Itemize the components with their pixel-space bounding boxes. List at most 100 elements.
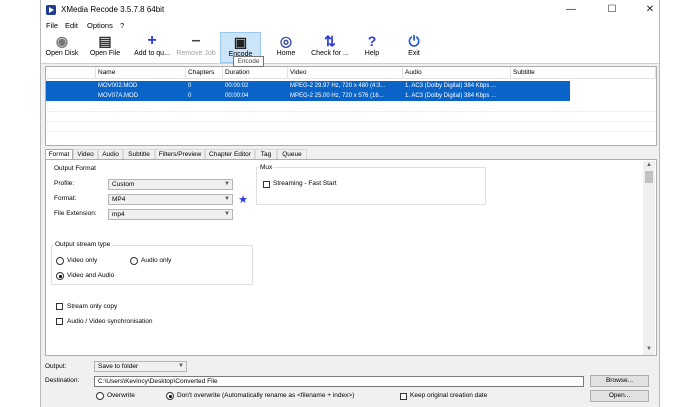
plus-icon: +	[147, 32, 157, 49]
overwrite-radio[interactable]	[96, 392, 104, 400]
open-file-button[interactable]: ▤ Open File	[87, 32, 123, 63]
keep-creation-date-checkbox[interactable]	[400, 393, 407, 400]
scrollbar-thumb[interactable]	[645, 171, 653, 183]
column-header-audio[interactable]: Audio	[403, 67, 511, 79]
video-and-audio-label: Video and Audio	[67, 272, 115, 279]
output-format-heading: Output Format	[54, 165, 96, 172]
scroll-up-icon[interactable]: ▲	[646, 162, 652, 168]
open-disk-label: Open Disk	[45, 50, 79, 57]
video-and-audio-radio[interactable]	[56, 272, 64, 280]
output-value: Save to folder	[98, 363, 139, 370]
exit-label: Exit	[408, 50, 420, 57]
keep-creation-date-label: Keep original creation date	[410, 392, 488, 399]
format-select[interactable]: MP4 ▼	[108, 194, 233, 205]
profile-label: Profile:	[54, 180, 75, 187]
cell-video: MPEG-2 29.97 Hz, 720 x 480 (4:3...	[290, 83, 386, 89]
av-sync-checkbox[interactable]	[56, 318, 63, 325]
exit-button[interactable]: ⏻ Exit	[399, 32, 429, 63]
audio-only-radio[interactable]	[130, 257, 138, 265]
streaming-checkbox[interactable]	[263, 181, 270, 188]
profile-select[interactable]: Custom ▼	[108, 179, 233, 190]
video-only-radio[interactable]	[56, 257, 64, 265]
dont-overwrite-label: Don't overwrite (Automatically rename as…	[177, 392, 355, 399]
cell-name: MOV07A.MOD	[98, 93, 139, 99]
profile-value: Custom	[112, 181, 135, 188]
row-divider	[46, 131, 656, 132]
chevron-down-icon: ▼	[178, 363, 184, 369]
row-divider	[46, 111, 656, 112]
add-to-queue-label: Add to qu...	[134, 50, 170, 57]
title-bar: XMedia Recode 3.5.7.8 64bit — ☐ ✕	[41, 0, 659, 20]
cell-subtitle	[511, 91, 570, 101]
app-logo-icon	[46, 5, 56, 15]
window-title: XMedia Recode 3.5.7.8 64bit	[61, 5, 165, 14]
cell-audio: 1. AC3 (Dolby Digital) 384 Kbps ...	[405, 83, 497, 89]
cell-chapters: 0	[188, 83, 192, 89]
add-to-queue-button[interactable]: + Add to qu...	[132, 32, 172, 63]
favorite-star-icon[interactable]: ★	[237, 194, 249, 206]
column-header-video[interactable]: Video	[288, 67, 403, 79]
help-button[interactable]: ? Help	[357, 32, 387, 63]
cell-chapters: 0	[188, 93, 192, 99]
open-disk-button[interactable]: ◉ Open Disk	[44, 32, 80, 63]
menu-help[interactable]: ?	[120, 21, 124, 30]
arrows-icon: ⇅	[324, 33, 336, 49]
column-header-chapters[interactable]: Chapters	[186, 67, 223, 79]
mux-heading: Mux	[259, 164, 274, 171]
video-only-label: Video only	[67, 257, 98, 264]
table-row[interactable]: MOV07A.MOD 0 00:00:04 MPEG-2 25.00 Hz, 7…	[46, 91, 570, 101]
format-panel: Output Format Profile: Custom ▼ Format: …	[45, 159, 657, 356]
format-label: Format:	[54, 195, 77, 202]
output-stream-heading: Output stream type	[54, 241, 112, 248]
output-settings: Output: Save to folder ▼ Destination: C:…	[41, 358, 659, 407]
cell-name: MOV002.MOD	[98, 83, 138, 89]
panel-scrollbar[interactable]: ▲ ▼	[643, 161, 655, 355]
open-folder-button[interactable]: Open...	[590, 390, 649, 402]
open-file-label: Open File	[89, 50, 121, 57]
encode-icon: ▣	[233, 34, 248, 50]
globe-icon: ◎	[279, 33, 293, 49]
question-icon: ?	[367, 33, 377, 49]
menu-edit[interactable]: Edit	[65, 21, 78, 30]
file-extension-select[interactable]: mp4 ▼	[108, 209, 233, 220]
cell-duration: 00:00:04	[225, 93, 249, 99]
output-select[interactable]: Save to folder ▼	[94, 361, 187, 372]
file-extension-value: mp4	[112, 211, 125, 218]
home-button[interactable]: ◎ Home	[269, 32, 303, 63]
remove-job-label: Remove Job	[176, 50, 216, 57]
stream-only-copy-checkbox[interactable]	[56, 303, 63, 310]
stream-only-copy-label: Stream only copy	[67, 303, 118, 310]
film-icon: ▤	[98, 33, 112, 49]
toolbar: ◉ Open Disk ▤ Open File + Add to qu... –…	[41, 32, 659, 64]
minimize-button[interactable]: —	[553, 0, 589, 20]
check-for-updates-button[interactable]: ⇅ Check for ...	[307, 32, 353, 63]
close-button[interactable]: ✕	[632, 0, 659, 20]
help-label: Help	[364, 50, 380, 57]
disc-icon: ◉	[55, 33, 69, 49]
av-sync-label: Audio / Video synchronisation	[67, 318, 153, 325]
table-row[interactable]: MOV002.MOD 0 00:00:02 MPEG-2 29.97 Hz, 7…	[46, 81, 570, 91]
column-header-duration[interactable]: Duration	[223, 67, 288, 79]
maximize-button[interactable]: ☐	[594, 0, 630, 20]
column-header-subtitle[interactable]: Subtitle	[511, 67, 656, 79]
encode-tooltip: Encode	[233, 56, 264, 67]
cell-duration: 00:00:02	[225, 83, 249, 89]
app-window: XMedia Recode 3.5.7.8 64bit — ☐ ✕ File E…	[40, 0, 660, 407]
chevron-down-icon: ▼	[224, 211, 230, 217]
scroll-down-icon[interactable]: ▼	[646, 346, 652, 352]
browse-button[interactable]: Browse...	[590, 375, 649, 387]
file-list[interactable]: Name Chapters Duration Video Audio Subti…	[45, 66, 657, 146]
cell-audio: 1. AC3 (Dolby Digital) 384 Kbps ...	[405, 93, 497, 99]
power-icon: ⏻	[408, 33, 420, 49]
file-extension-label: File Extension:	[54, 210, 97, 217]
menu-options[interactable]: Options	[87, 21, 113, 30]
check-for-label: Check for ...	[311, 50, 349, 57]
overwrite-label: Overwrite	[107, 392, 135, 399]
destination-field[interactable]: C:\Users\Kevincy\Desktop\Converted File	[94, 376, 584, 387]
remove-job-button[interactable]: – Remove Job	[175, 32, 217, 63]
column-header-name[interactable]: Name	[96, 67, 186, 79]
menu-file[interactable]: File	[46, 21, 58, 30]
cell-video: MPEG-2 25.00 Hz, 720 x 576 (16...	[290, 93, 384, 99]
chevron-down-icon: ▼	[224, 196, 230, 202]
dont-overwrite-radio[interactable]	[166, 392, 174, 400]
